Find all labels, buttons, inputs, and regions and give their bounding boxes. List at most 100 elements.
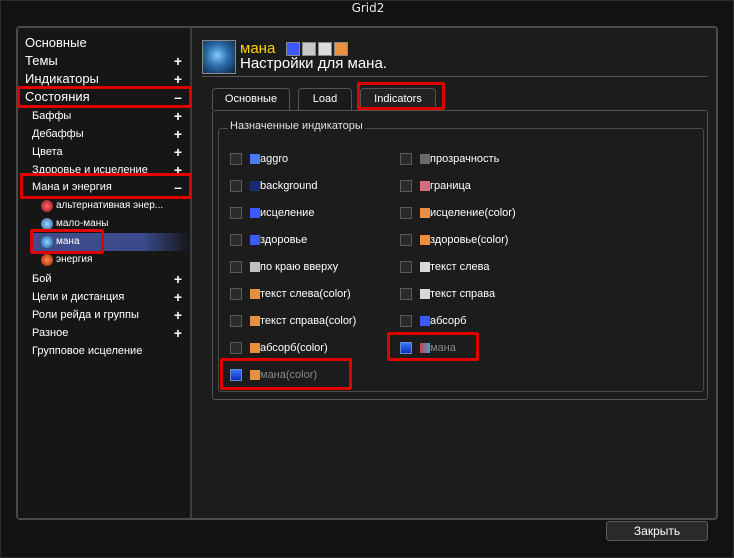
tree-item-alt-energy[interactable]: альтернативная энер... — [18, 197, 190, 215]
checkbox[interactable] — [400, 207, 412, 219]
indicator-label: прозрачность — [430, 153, 500, 165]
color-indicator-icon — [250, 316, 260, 326]
bar-indicator-icon — [302, 42, 316, 56]
tree-item-label: Бой — [32, 273, 52, 285]
close-button[interactable]: Закрыть — [606, 521, 708, 541]
expand-icon[interactable]: + — [172, 270, 184, 288]
indicator-label: абсорб — [430, 315, 467, 327]
checkbox[interactable] — [230, 288, 242, 300]
checkbox[interactable] — [230, 315, 242, 327]
square-indicator-icon — [250, 154, 260, 164]
checkbox[interactable] — [230, 342, 242, 354]
color-indicator-icon — [250, 289, 260, 299]
navigation-tree: Основные Темы + Индикаторы + Состояния –… — [18, 28, 192, 518]
tree-item-label: Индикаторы — [25, 71, 99, 86]
tree-item-combat[interactable]: Бой + — [18, 270, 190, 288]
collapse-icon[interactable]: – — [172, 178, 184, 196]
tree-item-energy[interactable]: энергия — [18, 251, 190, 269]
tree-item-buffs[interactable]: Баффы + — [18, 107, 190, 125]
expand-icon[interactable]: + — [172, 125, 184, 143]
tree-item-group-heal[interactable]: Групповое исцеление — [18, 342, 190, 360]
expand-icon[interactable]: + — [172, 161, 184, 173]
tree-item-label: Разное — [32, 327, 69, 339]
checkbox[interactable] — [400, 288, 412, 300]
checkbox-checked[interactable] — [230, 369, 242, 381]
indicator-label: background — [260, 180, 318, 192]
indicator-label: исцеление(color) — [430, 207, 516, 219]
indicator-label: абсорб(color) — [260, 342, 328, 354]
tree-item-statuses[interactable]: Состояния – — [18, 88, 190, 106]
expand-icon[interactable]: + — [172, 306, 184, 324]
tab-general[interactable]: Основные — [212, 88, 290, 110]
tree-item-low-mana[interactable]: мало-маны — [18, 215, 190, 233]
tab-load[interactable]: Load — [298, 88, 352, 110]
bar-indicator-icon — [250, 208, 260, 218]
tree-item-themes[interactable]: Темы + — [18, 52, 190, 70]
indicator-label: здоровье(color) — [430, 234, 509, 246]
tree-item-mana-energy[interactable]: Мана и энергия – — [18, 178, 190, 196]
checkbox-checked[interactable] — [400, 342, 412, 354]
indicator-label: aggro — [260, 153, 289, 165]
color-indicator-icon — [250, 343, 260, 353]
checkbox[interactable] — [400, 315, 412, 327]
tree-item-health-heal[interactable]: Здоровье и исцеление + — [18, 161, 190, 173]
text-indicator-icon — [420, 262, 430, 272]
tab-indicators[interactable]: Indicators — [360, 88, 436, 110]
collapse-icon[interactable]: – — [172, 88, 184, 106]
indicator-label: мана — [430, 342, 456, 354]
indicator-label: граница — [430, 180, 471, 192]
window-title: Grid2 — [351, 1, 385, 15]
indicator-label: здоровье — [260, 234, 308, 246]
tree-item-label: Цели и дистанция — [32, 291, 125, 303]
checkbox[interactable] — [230, 180, 242, 192]
checkbox[interactable] — [400, 180, 412, 192]
tree-item-label: Состояния — [25, 89, 90, 104]
tree-item-label: мана — [56, 236, 80, 247]
tree-item-label: альтернативная энер... — [56, 200, 164, 211]
tree-item-label: Основные — [25, 35, 87, 50]
tree-item-label: Дебаффы — [32, 128, 84, 140]
tree-item-debuffs[interactable]: Дебаффы + — [18, 125, 190, 143]
expand-icon[interactable]: + — [172, 324, 184, 342]
text-indicator-icon — [318, 42, 332, 56]
tree-item-colors[interactable]: Цвета + — [18, 143, 190, 161]
multibar-indicator-icon — [420, 343, 430, 353]
checkbox[interactable] — [230, 261, 242, 273]
checkbox[interactable] — [230, 207, 242, 219]
mana-icon — [41, 236, 53, 248]
mana-status-icon — [202, 40, 236, 74]
tree-item-indicators[interactable]: Индикаторы + — [18, 70, 190, 88]
tree-item-label: Роли рейда и группы — [32, 309, 139, 321]
indicator-label: текст справа — [430, 288, 496, 300]
expand-icon[interactable]: + — [172, 143, 184, 161]
alpha-indicator-icon — [420, 154, 430, 164]
tree-item-target-range[interactable]: Цели и дистанция + — [18, 288, 190, 306]
alt-energy-icon — [41, 200, 53, 212]
energy-icon — [41, 254, 53, 266]
expand-icon[interactable]: + — [172, 107, 184, 125]
corner-indicator-icon — [250, 262, 260, 272]
checkbox[interactable] — [230, 153, 242, 165]
checkbox[interactable] — [400, 234, 412, 246]
tree-item-raid-roles[interactable]: Роли рейда и группы + — [18, 306, 190, 324]
checkbox[interactable] — [400, 261, 412, 273]
indicator-label: текст справа(color) — [260, 315, 357, 327]
color-indicator-icon — [420, 208, 430, 218]
expand-icon[interactable]: + — [172, 288, 184, 306]
color-indicator-icon — [334, 42, 348, 56]
bar-indicator-icon — [250, 235, 260, 245]
tree-item-mana[interactable]: мана — [32, 233, 190, 251]
page-title: Настройки для мана. — [240, 55, 387, 72]
tree-item-misc[interactable]: Разное + — [18, 324, 190, 342]
tree-item-general[interactable]: Основные — [18, 34, 190, 52]
indicator-label: мана(color) — [260, 369, 318, 381]
tree-item-label: Баффы — [32, 110, 72, 122]
expand-icon[interactable]: + — [172, 52, 184, 70]
expand-icon[interactable]: + — [172, 70, 184, 88]
tree-item-label: Темы — [25, 53, 58, 68]
tree-item-label: Цвета — [32, 146, 63, 158]
background-indicator-icon — [250, 181, 260, 191]
checkbox[interactable] — [400, 153, 412, 165]
indicator-label: исцеление — [260, 207, 315, 219]
checkbox[interactable] — [230, 234, 242, 246]
